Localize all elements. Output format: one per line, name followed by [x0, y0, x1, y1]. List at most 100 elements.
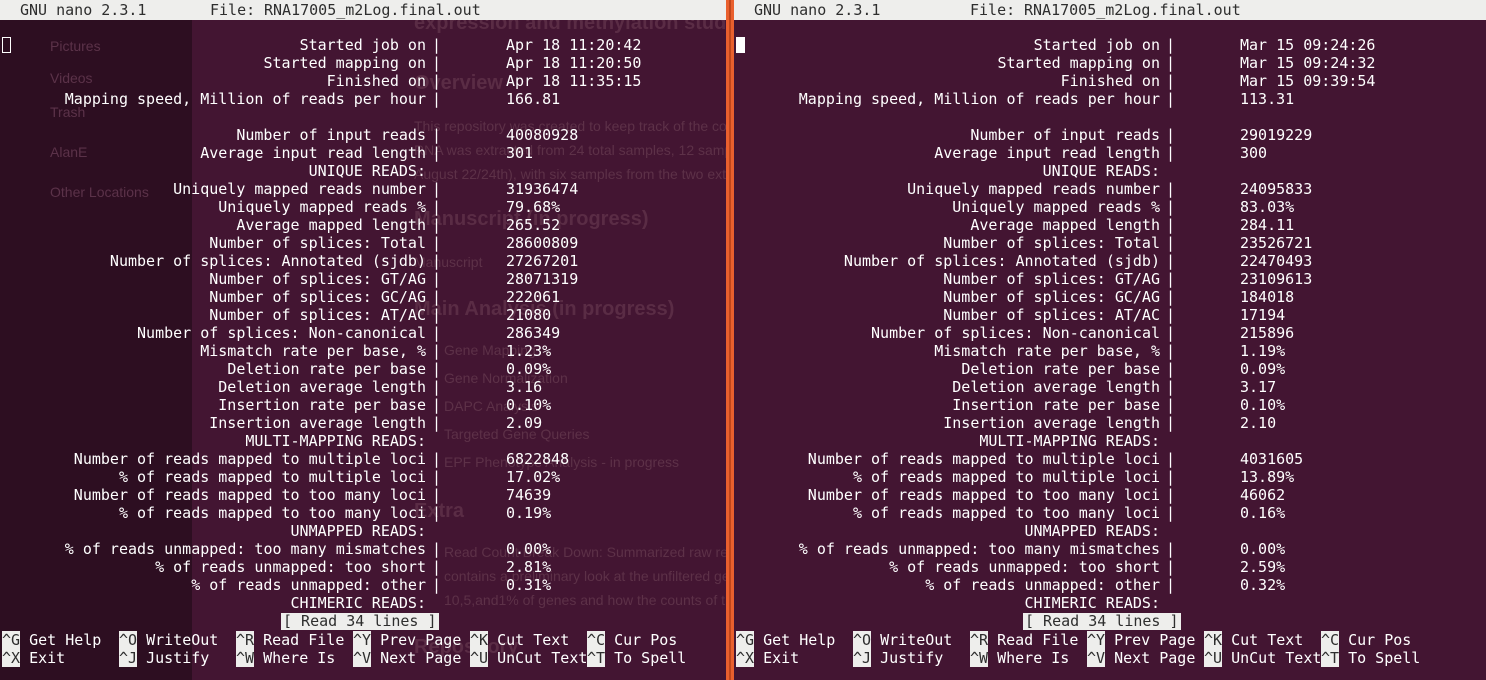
file-prefix: File:	[970, 1, 1025, 19]
shortcut-item[interactable]: ^O WriteOut	[853, 631, 952, 649]
column-separator: |	[1166, 306, 1176, 324]
column-separator: |	[1166, 342, 1176, 360]
shortcut-key: ^T	[1321, 649, 1340, 667]
log-value: 24095833	[1240, 180, 1313, 198]
shortcut-label: Where Is	[997, 649, 1070, 667]
shortcut-item[interactable]: ^W Where Is	[236, 649, 335, 667]
pane-divider[interactable]	[726, 0, 734, 680]
log-label: Average mapped length	[236, 216, 426, 234]
log-value: 265.52	[506, 216, 561, 234]
shortcut-item[interactable]: ^C Cur Pos	[587, 631, 677, 649]
column-separator: |	[432, 450, 442, 468]
shortcut-item[interactable]: ^V Next Page	[353, 649, 461, 667]
shortcut-key: ^K	[470, 631, 489, 649]
log-label: Started mapping on	[997, 54, 1160, 72]
shortcut-item[interactable]: ^C Cur Pos	[1321, 631, 1411, 649]
shortcut-item[interactable]: ^X Exit	[736, 649, 799, 667]
shortcut-item[interactable]: ^G Get Help	[736, 631, 835, 649]
log-label: Number of splices: Total	[943, 234, 1160, 252]
file-name: RNA17005_m2Log.final.out	[1024, 1, 1241, 19]
log-label: Number of reads mapped to multiple loci	[807, 450, 1160, 468]
log-value: Mar 15 09:39:54	[1240, 72, 1376, 90]
column-separator: |	[1166, 252, 1176, 270]
shortcut-label: Get Help	[763, 631, 836, 649]
shortcut-item[interactable]: ^V Next Page	[1087, 649, 1195, 667]
shortcut-key: ^Y	[1087, 631, 1106, 649]
column-separator: |	[1166, 126, 1176, 144]
log-value: 3.16	[506, 378, 543, 396]
column-separator: |	[432, 54, 442, 72]
shortcut-key: ^O	[119, 631, 138, 649]
status-message: [ Read 34 lines ]	[281, 612, 439, 630]
shortcut-key: ^R	[236, 631, 255, 649]
shortcut-key: ^R	[970, 631, 989, 649]
log-value: 215896	[1240, 324, 1295, 342]
terminal-pane-right[interactable]: GNU nano 2.3.1 File: RNA17005_m2Log.fina…	[734, 0, 1486, 680]
log-value: 0.10%	[1240, 396, 1286, 414]
log-label: UNIQUE READS:	[308, 162, 426, 180]
column-separator: |	[432, 198, 442, 216]
column-separator: |	[1166, 288, 1176, 306]
log-value: 0.00%	[1240, 540, 1286, 558]
shortcut-item[interactable]: ^R Read File	[236, 631, 344, 649]
log-label: UNIQUE READS:	[1042, 162, 1160, 180]
shortcut-key: ^W	[970, 649, 989, 667]
log-label: Number of splices: Total	[209, 234, 426, 252]
column-separator: |	[432, 144, 442, 162]
shortcut-label: Get Help	[29, 631, 102, 649]
ghost-text: contains a preliminary look at the unfil…	[444, 568, 726, 584]
shortcut-item[interactable]: ^R Read File	[970, 631, 1078, 649]
log-label: Average input read length	[200, 144, 426, 162]
ghost-text: RNA was extracted from 24 total samples,…	[414, 142, 726, 158]
shortcut-item[interactable]: ^K Cut Text	[470, 631, 569, 649]
log-label: UNMAPPED READS:	[1024, 522, 1160, 540]
nano-title-bar: GNU nano 2.3.1 File: RNA17005_m2Log.fina…	[0, 0, 726, 20]
shortcut-key: ^U	[1204, 649, 1223, 667]
shortcut-item[interactable]: ^Y Prev Page	[1087, 631, 1195, 649]
shortcut-item[interactable]: ^T To Spell	[1321, 649, 1420, 667]
log-value: 113.31	[1240, 90, 1295, 108]
shortcut-key: ^Y	[353, 631, 372, 649]
shortcut-key: ^T	[587, 649, 606, 667]
log-value: 300	[1240, 144, 1268, 162]
shortcut-item[interactable]: ^X Exit	[2, 649, 65, 667]
column-separator: |	[1166, 216, 1176, 234]
shortcut-item[interactable]: ^O WriteOut	[119, 631, 218, 649]
column-separator: |	[1166, 324, 1176, 342]
log-value: 2.59%	[1240, 558, 1286, 576]
log-label: % of reads unmapped: too short	[889, 558, 1160, 576]
log-label: % of reads mapped to multiple loci	[118, 468, 426, 486]
shortcut-item[interactable]: ^J Justify	[853, 649, 943, 667]
shortcut-item[interactable]: ^K Cut Text	[1204, 631, 1303, 649]
shortcut-key: ^W	[236, 649, 255, 667]
log-value: 4031605	[1240, 450, 1304, 468]
shortcut-item[interactable]: ^G Get Help	[2, 631, 101, 649]
column-separator: |	[432, 180, 442, 198]
shortcut-item[interactable]: ^T To Spell	[587, 649, 686, 667]
column-separator: |	[432, 324, 442, 342]
column-separator: |	[1166, 450, 1176, 468]
column-separator: |	[1166, 180, 1176, 198]
log-value: 28071319	[506, 270, 579, 288]
column-separator: |	[432, 360, 442, 378]
shortcut-item[interactable]: ^J Justify	[119, 649, 209, 667]
log-value: 79.68%	[506, 198, 561, 216]
shortcut-item[interactable]: ^U UnCut Text	[470, 649, 587, 667]
shortcut-label: To Spell	[614, 649, 687, 667]
log-label: Uniquely mapped reads number	[173, 180, 426, 198]
column-separator: |	[1166, 504, 1176, 522]
ghost-text: 10,5,and1% of genes and how the counts o…	[444, 592, 726, 608]
log-label: Uniquely mapped reads %	[218, 198, 426, 216]
column-separator: |	[432, 540, 442, 558]
log-label: Uniquely mapped reads %	[952, 198, 1160, 216]
terminal-pane-left[interactable]: Pictures Videos Trash AlanE Other Locati…	[0, 0, 726, 680]
log-value: 166.81	[506, 90, 561, 108]
shortcut-key: ^O	[853, 631, 872, 649]
shortcut-key: ^J	[853, 649, 872, 667]
shortcut-item[interactable]: ^Y Prev Page	[353, 631, 461, 649]
shortcut-item[interactable]: ^U UnCut Text	[1204, 649, 1321, 667]
log-value: 17.02%	[506, 468, 561, 486]
log-label: Insertion rate per base	[952, 396, 1160, 414]
log-value: 286349	[506, 324, 561, 342]
shortcut-item[interactable]: ^W Where Is	[970, 649, 1069, 667]
